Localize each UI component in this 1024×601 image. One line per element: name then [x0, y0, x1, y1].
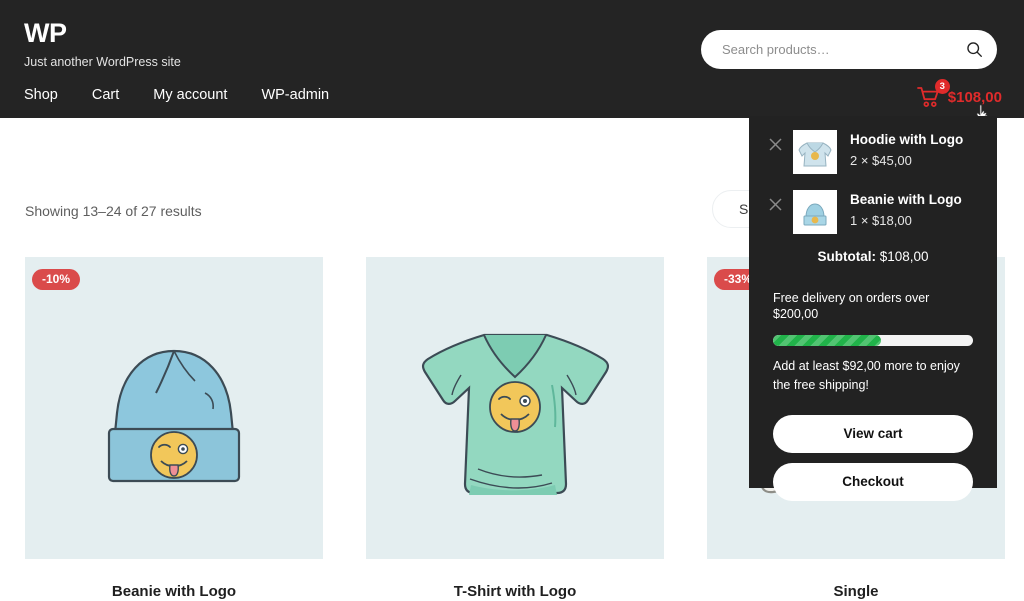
site-title[interactable]: WP — [24, 20, 181, 47]
mini-cart-item-text: Hoodie with Logo 2 × $45,00 — [850, 130, 963, 167]
product-title[interactable]: Single — [707, 583, 1005, 601]
cart-total-amount: $108,00 — [947, 88, 1002, 106]
free-shipping-notice: Free delivery on orders over $200,00 — [773, 290, 930, 322]
beanie-thumbnail[interactable] — [793, 190, 837, 234]
nav-item-wp-admin[interactable]: WP-admin — [261, 88, 329, 103]
product-thumbnail[interactable]: -10% — [25, 257, 323, 559]
nav-item-cart[interactable]: Cart — [92, 88, 119, 103]
mini-cart-item: Beanie with Logo 1 × $18,00 — [749, 190, 997, 234]
subtotal-label: Subtotal: — [817, 249, 876, 264]
mini-cart-item-name[interactable]: Hoodie with Logo — [850, 132, 963, 147]
site-branding[interactable]: WP Just another WordPress site — [24, 20, 181, 69]
main-navigation: Shop Cart My account WP-admin — [24, 88, 329, 103]
remove-item-button[interactable] — [768, 137, 783, 152]
mini-cart-item: Hoodie with Logo 2 × $45,00 — [749, 130, 997, 174]
free-shipping-remaining-text: Add at least $92,00 more to enjoy the fr… — [773, 359, 960, 392]
free-shipping-section: Free delivery on orders over $200,00 Add… — [749, 264, 997, 395]
site-tagline: Just another WordPress site — [24, 55, 181, 69]
search-input[interactable] — [720, 34, 945, 65]
site-header: WP Just another WordPress site Shop Cart… — [0, 0, 1024, 120]
tshirt-product-image — [421, 333, 610, 495]
mini-cart-item-text: Beanie with Logo 1 × $18,00 — [850, 190, 962, 227]
product-title[interactable]: T-Shirt with Logo — [366, 583, 664, 601]
result-count: Showing 13–24 of 27 results — [25, 203, 202, 219]
mini-cart-item-quantity: 1 × $18,00 — [850, 213, 912, 228]
mini-cart-item-quantity: 2 × $45,00 — [850, 153, 912, 168]
nav-item-shop[interactable]: Shop — [24, 88, 58, 103]
close-icon — [769, 138, 782, 151]
beanie-thumbnail-image — [793, 190, 837, 234]
checkout-button[interactable]: Checkout — [773, 462, 973, 501]
onsale-badge: -10% — [32, 269, 81, 290]
mini-cart-dropdown: Hoodie with Logo 2 × $45,00 Beanie with … — [749, 116, 997, 501]
product-title[interactable]: Beanie with Logo — [25, 583, 323, 601]
subtotal-value: $108,00 — [879, 249, 929, 264]
product-card[interactable]: T-Shirt with Logo — [366, 257, 664, 601]
hoodie-thumbnail-image — [793, 130, 837, 174]
cart-count-badge: 3 — [934, 79, 950, 94]
mini-cart-actions: View cart Checkout — [749, 395, 997, 501]
product-thumbnail[interactable] — [366, 257, 664, 559]
mini-cart-subtotal: Subtotal: $108,00 — [749, 250, 997, 264]
close-icon — [769, 198, 782, 211]
hoodie-thumbnail[interactable] — [793, 130, 837, 174]
product-search-form — [701, 30, 997, 69]
mini-cart-item-list: Hoodie with Logo 2 × $45,00 Beanie with … — [749, 116, 997, 234]
shopping-cart-icon: 3 — [916, 79, 950, 108]
mini-cart-item-name[interactable]: Beanie with Logo — [850, 192, 962, 207]
cart-contents-toggle[interactable]: 3 $108,00 — [916, 79, 1002, 108]
product-card[interactable]: -10% Beanie with Logo — [25, 257, 323, 601]
free-shipping-progress-fill — [773, 335, 881, 347]
free-shipping-progress-bar — [773, 335, 973, 347]
search-submit-button[interactable] — [957, 33, 991, 67]
nav-item-my-account[interactable]: My account — [153, 88, 227, 103]
remove-item-button[interactable] — [768, 197, 783, 212]
view-cart-button[interactable]: View cart — [773, 414, 973, 453]
search-icon — [966, 42, 982, 57]
beanie-product-image — [107, 349, 241, 483]
